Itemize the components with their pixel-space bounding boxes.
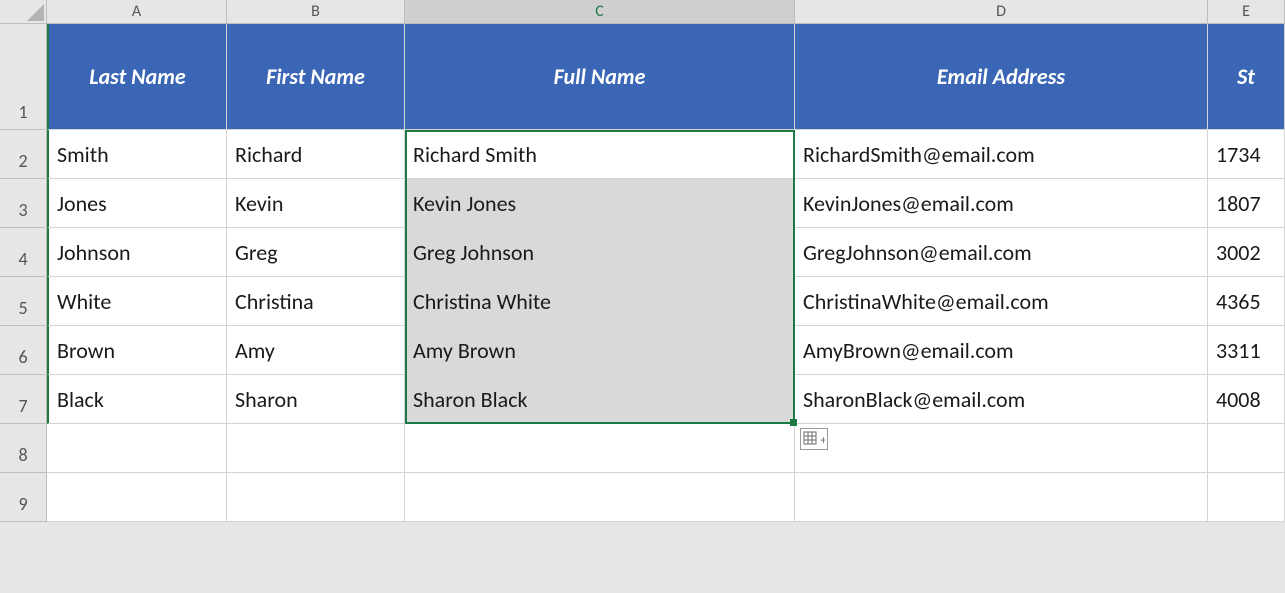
- cell-D6[interactable]: AmyBrown@email.com: [795, 326, 1208, 375]
- column-header-A[interactable]: A: [47, 0, 227, 24]
- cell-B7[interactable]: Sharon: [227, 375, 405, 424]
- cell-A9[interactable]: [47, 473, 227, 522]
- column-header-E[interactable]: E: [1208, 0, 1285, 24]
- cell-B1[interactable]: First Name: [227, 24, 405, 130]
- row-header-9[interactable]: 9: [0, 473, 47, 522]
- cell-D7[interactable]: SharonBlack@email.com: [795, 375, 1208, 424]
- column-header-B[interactable]: B: [227, 0, 405, 24]
- row-header-2[interactable]: 2: [0, 130, 47, 179]
- row-4: 4 Johnson Greg Greg Johnson GregJohnson@…: [0, 228, 1285, 277]
- column-header-row: A B C D E: [0, 0, 1285, 24]
- cell-C9[interactable]: [405, 473, 795, 522]
- row-header-5[interactable]: 5: [0, 277, 47, 326]
- cell-C4[interactable]: Greg Johnson: [405, 228, 795, 277]
- cell-D1[interactable]: Email Address: [795, 24, 1208, 130]
- cell-E2[interactable]: 1734: [1208, 130, 1285, 179]
- cell-E1[interactable]: St: [1208, 24, 1285, 130]
- cell-A8[interactable]: [47, 424, 227, 473]
- cell-B8[interactable]: [227, 424, 405, 473]
- cell-D8[interactable]: [795, 424, 1208, 473]
- cell-B4[interactable]: Greg: [227, 228, 405, 277]
- row-6: 6 Brown Amy Amy Brown AmyBrown@email.com…: [0, 326, 1285, 375]
- row-3: 3 Jones Kevin Kevin Jones KevinJones@ema…: [0, 179, 1285, 228]
- cell-E4[interactable]: 3002: [1208, 228, 1285, 277]
- svg-text:+: +: [820, 433, 825, 447]
- row-header-8[interactable]: 8: [0, 424, 47, 473]
- cell-D3[interactable]: KevinJones@email.com: [795, 179, 1208, 228]
- cell-C3[interactable]: Kevin Jones: [405, 179, 795, 228]
- row-5: 5 White Christina Christina White Christ…: [0, 277, 1285, 326]
- cell-E8[interactable]: [1208, 424, 1285, 473]
- cell-A3[interactable]: Jones: [47, 179, 227, 228]
- row-7: 7 Black Sharon Sharon Black SharonBlack@…: [0, 375, 1285, 424]
- spreadsheet: A B C D E 1 Last Name First Name Full Na…: [0, 0, 1285, 593]
- cell-C8[interactable]: [405, 424, 795, 473]
- row-1: 1 Last Name First Name Full Name Email A…: [0, 24, 1285, 130]
- cell-C1[interactable]: Full Name: [405, 24, 795, 130]
- cell-E5[interactable]: 4365: [1208, 277, 1285, 326]
- column-header-D[interactable]: D: [795, 0, 1208, 24]
- cell-B5[interactable]: Christina: [227, 277, 405, 326]
- cell-A5[interactable]: White: [47, 277, 227, 326]
- cell-D2[interactable]: RichardSmith@email.com: [795, 130, 1208, 179]
- row-8: 8: [0, 424, 1285, 473]
- select-all-corner[interactable]: [0, 0, 47, 24]
- cell-B6[interactable]: Amy: [227, 326, 405, 375]
- cell-D9[interactable]: [795, 473, 1208, 522]
- row-header-1[interactable]: 1: [0, 24, 47, 130]
- cell-C2[interactable]: Richard Smith: [405, 130, 795, 179]
- row-9: 9: [0, 473, 1285, 522]
- cell-A7[interactable]: Black: [47, 375, 227, 424]
- row-header-3[interactable]: 3: [0, 179, 47, 228]
- cell-E7[interactable]: 4008: [1208, 375, 1285, 424]
- cell-C6[interactable]: Amy Brown: [405, 326, 795, 375]
- cell-A6[interactable]: Brown: [47, 326, 227, 375]
- cell-B2[interactable]: Richard: [227, 130, 405, 179]
- row-header-4[interactable]: 4: [0, 228, 47, 277]
- row-header-6[interactable]: 6: [0, 326, 47, 375]
- row-2: 2 Smith Richard Richard Smith RichardSmi…: [0, 130, 1285, 179]
- cell-E3[interactable]: 1807: [1208, 179, 1285, 228]
- cell-D4[interactable]: GregJohnson@email.com: [795, 228, 1208, 277]
- cell-D5[interactable]: ChristinaWhite@email.com: [795, 277, 1208, 326]
- cell-E6[interactable]: 3311: [1208, 326, 1285, 375]
- cell-A1[interactable]: Last Name: [47, 24, 227, 130]
- cell-B9[interactable]: [227, 473, 405, 522]
- cell-C7[interactable]: Sharon Black: [405, 375, 795, 424]
- cell-B3[interactable]: Kevin: [227, 179, 405, 228]
- column-header-C[interactable]: C: [405, 0, 795, 24]
- cell-C5[interactable]: Christina White: [405, 277, 795, 326]
- cell-A4[interactable]: Johnson: [47, 228, 227, 277]
- row-header-7[interactable]: 7: [0, 375, 47, 424]
- cell-E9[interactable]: [1208, 473, 1285, 522]
- cell-A2[interactable]: Smith: [47, 130, 227, 179]
- flash-fill-options-icon[interactable]: +: [800, 428, 828, 450]
